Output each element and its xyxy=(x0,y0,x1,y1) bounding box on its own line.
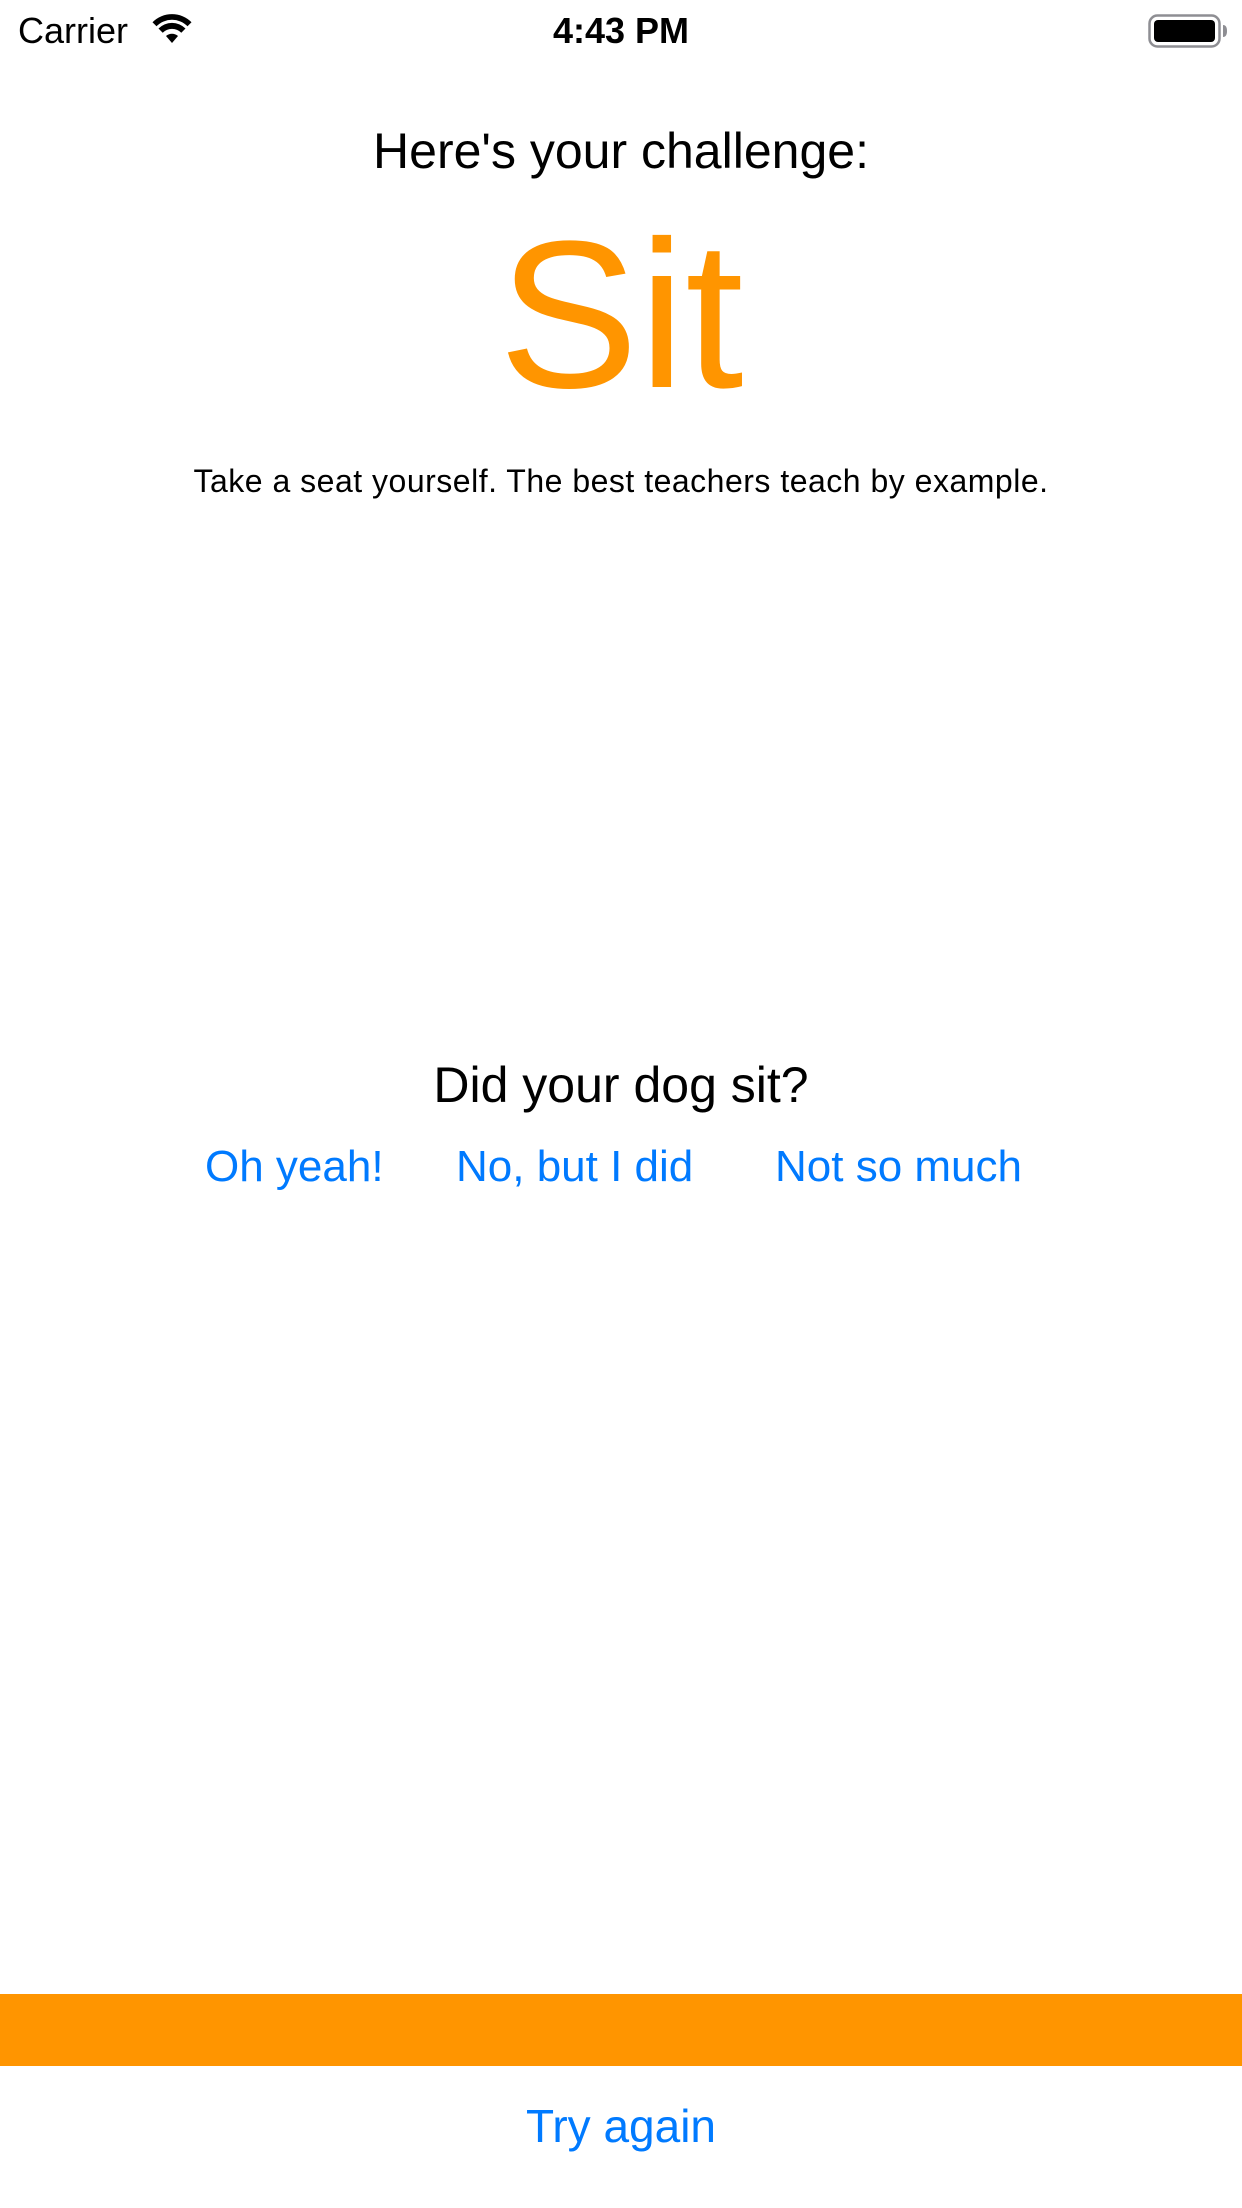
answer-button-not-so-much[interactable]: Not so much xyxy=(775,1136,1022,1198)
clock: 4:43 PM xyxy=(552,10,690,51)
try-again-button[interactable]: Try again xyxy=(0,2095,1242,2157)
challenge-tip: Take a seat yourself. The best teachers … xyxy=(193,463,1049,499)
question-label: Did your dog sit? xyxy=(433,1057,809,1113)
answer-buttons: Oh yeah! No, but I did Not so much xyxy=(0,1136,1242,1198)
status-bar: Carrier 4:43 PM xyxy=(0,0,1242,62)
command-word: Sit xyxy=(498,197,744,432)
answer-button-no-but-i-did[interactable]: No, but I did xyxy=(456,1136,693,1198)
challenge-heading: Here's your challenge: xyxy=(373,123,869,179)
progress-fill xyxy=(0,1994,1242,2066)
battery-icon xyxy=(1148,14,1227,48)
progress-bar xyxy=(0,1994,1242,2066)
answer-button-oh-yeah[interactable]: Oh yeah! xyxy=(205,1136,384,1198)
